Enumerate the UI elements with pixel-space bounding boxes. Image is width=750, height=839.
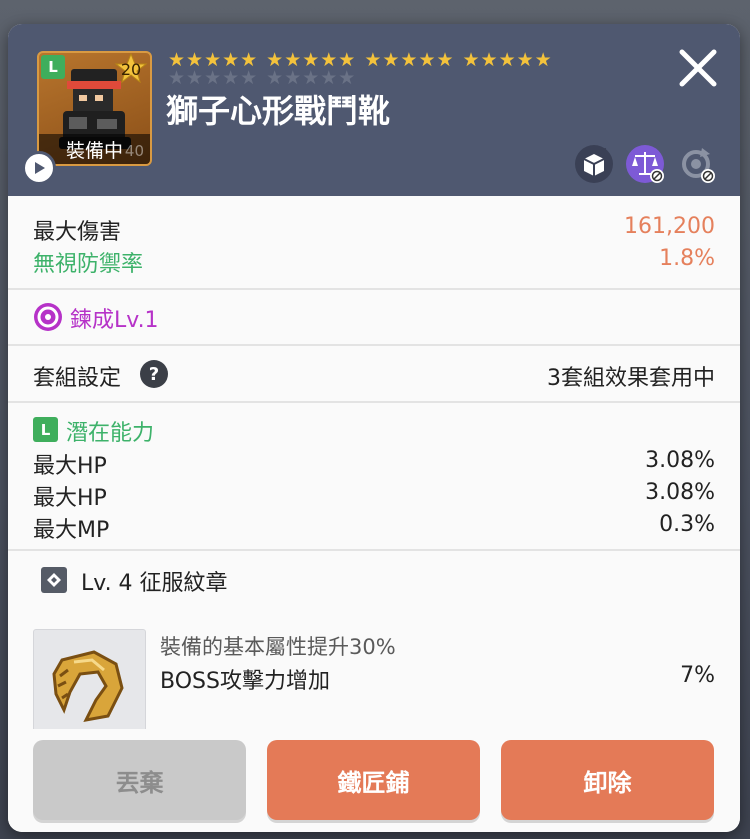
refine-level-label: 鍊成Lv.1 bbox=[70, 308, 159, 333]
base-stats-section: 最大傷害 161,200 無視防禦率 1.8% bbox=[8, 196, 740, 290]
item-level-text: 40 bbox=[124, 142, 144, 160]
stat-label: 無視防禦率 bbox=[33, 252, 144, 277]
set-bonus-status: 3套組效果套用中 bbox=[547, 366, 715, 391]
star-force-level-badge: 20 bbox=[114, 53, 148, 83]
legendary-potential-badge: L bbox=[33, 417, 58, 442]
preview-play-button[interactable] bbox=[22, 151, 56, 185]
star-group: ★★★★★ bbox=[462, 49, 553, 71]
stat-row-max-damage: 最大傷害 161,200 bbox=[33, 214, 715, 246]
potential-section: L 潛在能力 最大HP 3.08% 最大HP 3.08% 最大MP 0.3% bbox=[8, 403, 740, 551]
refine-section: 鍊成Lv.1 bbox=[8, 290, 740, 346]
set-bonus-label: 套組設定 bbox=[33, 366, 122, 391]
potential-line: 最大HP 3.08% bbox=[33, 448, 715, 480]
close-icon[interactable] bbox=[676, 46, 720, 90]
potential-title: 潛在能力 bbox=[66, 421, 155, 446]
emblem-description: 裝備的基本屬性提升30% bbox=[160, 635, 396, 659]
emblem-section: Lv. 4 征服紋章 裝備的基本屬性提升30% BOSS攻擊力增加 7% bbox=[8, 551, 740, 742]
dialog-header: L 20 裝備中 40 ★★★★★ ★★★★★ ★★★★★ ★★★★★ ★★★★★ ★★… bbox=[8, 24, 740, 196]
help-icon[interactable]: ? bbox=[140, 360, 168, 388]
star-force-level-text: 20 bbox=[120, 60, 142, 79]
refine-swirl-icon bbox=[34, 303, 62, 331]
stat-label: 最大傷害 bbox=[33, 220, 122, 245]
item-detail-dialog: L 20 裝備中 40 ★★★★★ ★★★★★ ★★★★★ ★★★★★ ★★★★★ ★★… bbox=[8, 24, 740, 832]
star-group: ★★★★★ bbox=[364, 49, 455, 71]
potential-line: 最大HP 3.08% bbox=[33, 480, 715, 512]
stat-value: 1.8% bbox=[659, 246, 715, 271]
potential-value: 3.08% bbox=[645, 448, 715, 473]
tradable-box-icon[interactable] bbox=[574, 144, 614, 184]
potential-label: 最大HP bbox=[33, 486, 107, 511]
play-icon bbox=[35, 162, 45, 174]
action-bar: 丟棄 鐵匠鋪 卸除 bbox=[8, 729, 740, 832]
reset-cycle-icon[interactable] bbox=[676, 144, 716, 184]
item-name: 獅子心形戰鬥靴 bbox=[166, 92, 391, 130]
conquest-emblem-icon bbox=[52, 650, 124, 723]
diamond-emblem-icon bbox=[41, 567, 67, 593]
unequip-button[interactable]: 卸除 bbox=[501, 740, 714, 820]
potential-label: 最大HP bbox=[33, 454, 107, 479]
emblem-effect-label: BOSS攻擊力增加 bbox=[160, 669, 330, 694]
potential-value: 0.3% bbox=[659, 512, 715, 537]
set-bonus-section: 套組設定 ? 3套組效果套用中 bbox=[8, 346, 740, 403]
blacksmith-button[interactable]: 鐵匠鋪 bbox=[267, 740, 480, 820]
emblem-image-box bbox=[33, 629, 146, 742]
emblem-title: Lv. 4 征服紋章 bbox=[81, 571, 228, 596]
potential-line: 最大MP 0.3% bbox=[33, 512, 715, 544]
legendary-grade-badge: L bbox=[41, 55, 65, 79]
discard-button[interactable]: 丟棄 bbox=[33, 740, 246, 820]
stat-value: 161,200 bbox=[624, 214, 715, 239]
item-icon-frame: L 20 裝備中 40 bbox=[37, 51, 152, 166]
potential-value: 3.08% bbox=[645, 480, 715, 505]
balance-scale-icon[interactable] bbox=[625, 144, 665, 184]
stat-row-ignore-def: 無視防禦率 1.8% bbox=[33, 246, 715, 278]
star-force-empty-row: ★★★★★ ★★★★★ bbox=[168, 68, 364, 88]
emblem-effect-value: 7% bbox=[680, 663, 715, 688]
potential-label: 最大MP bbox=[33, 518, 110, 543]
